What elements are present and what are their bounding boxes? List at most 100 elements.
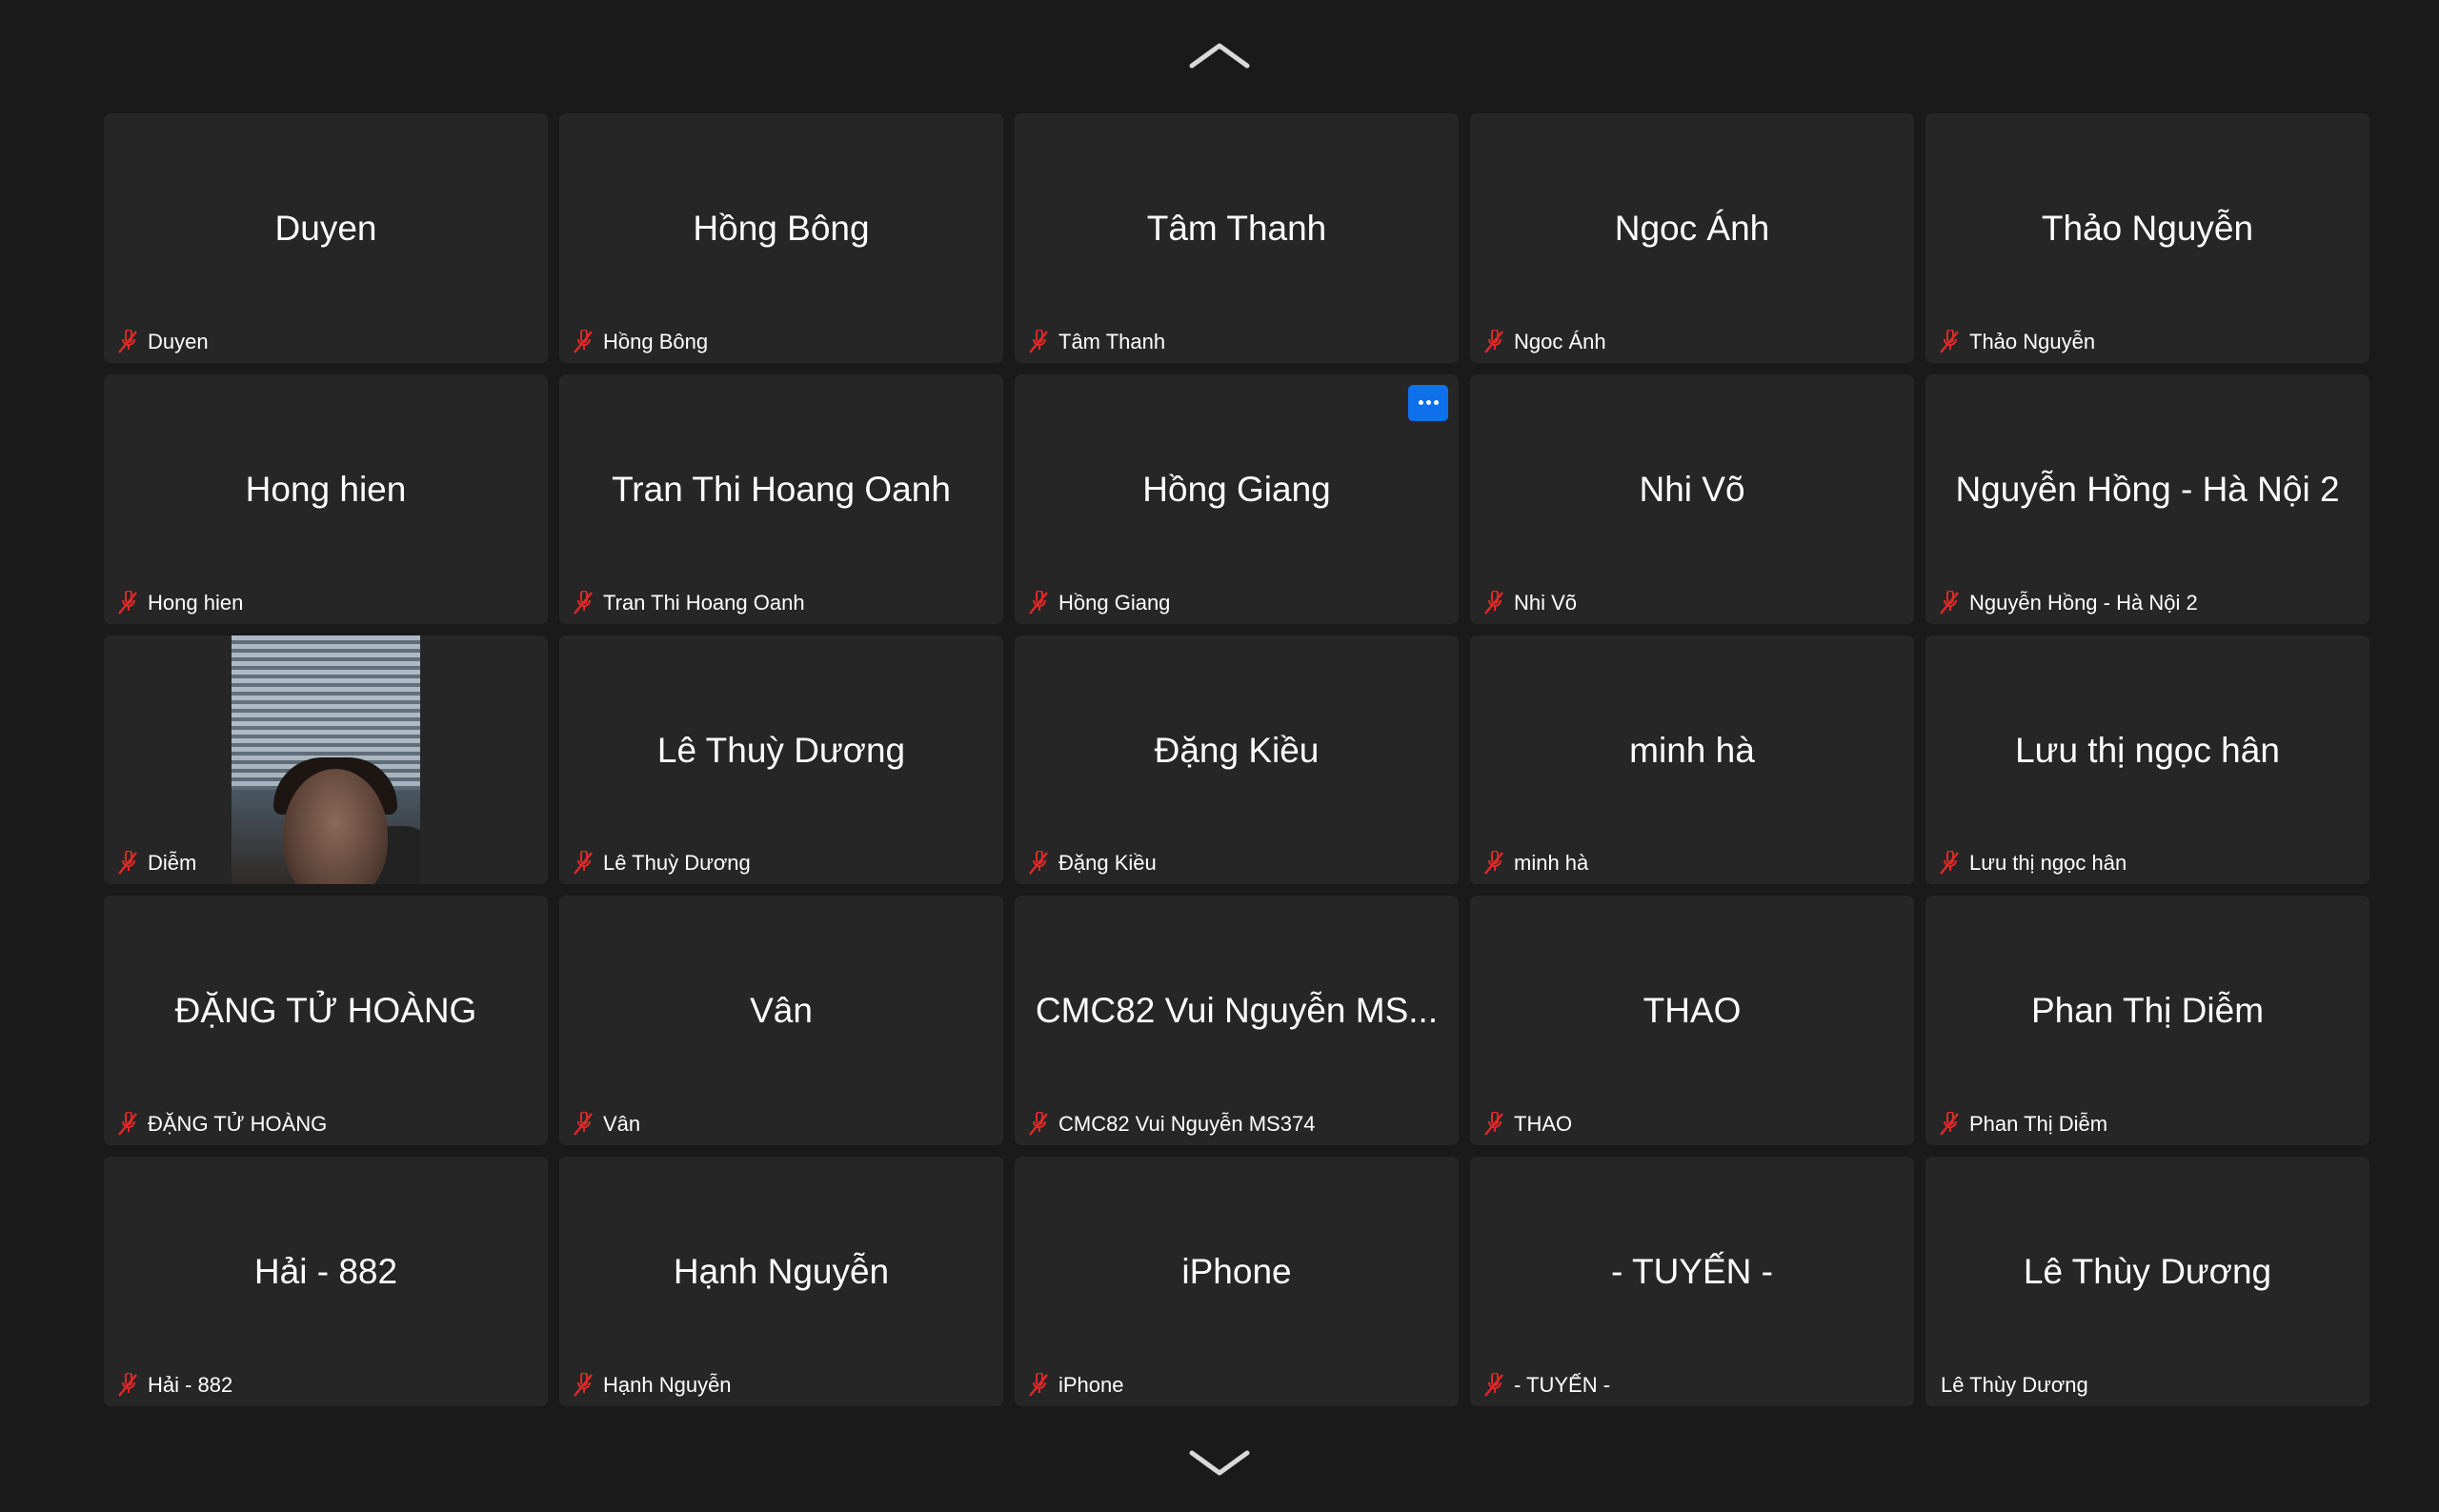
participant-name-label: Thảo Nguyễn [1969, 329, 2096, 353]
participant-tile[interactable]: Nguyễn Hồng - Hà Nội 2 Nguyễn Hồng - Hà N… [1925, 373, 2369, 624]
participant-grid: Duyen Duyen Hồng Bông Hồng Bông Tâm Thanh Tâm… [104, 113, 2369, 1406]
participant-name-label: Nhi Võ [1514, 590, 1578, 615]
mic-muted-icon [1937, 590, 1962, 616]
participant-display-name: THAO [1643, 991, 1742, 1031]
mic-muted-icon [1937, 329, 1962, 355]
participant-display-name: Vân [750, 991, 813, 1031]
participant-tile[interactable]: Hạnh Nguyễn Hạnh Nguyễn [559, 1157, 1003, 1406]
participant-display-name: Tran Thi Hoang Oanh [612, 469, 951, 509]
participant-display-name: Duyen [274, 209, 377, 248]
participant-display-name: Phan Thị Diễm [2030, 991, 2265, 1031]
gallery-view: Duyen Duyen Hồng Bông Hồng Bông Tâm Thanh Tâm… [0, 0, 2439, 1512]
mic-muted-icon [571, 1372, 595, 1399]
participant-tile[interactable]: Duyen Duyen [104, 113, 548, 363]
participant-tile[interactable]: Lưu thị ngọc hân Lưu thị ngọc hân [1925, 635, 2369, 885]
participant-footer: ĐẶNG TỬ HOÀNG [111, 1111, 333, 1138]
participant-display-name: Hồng Giang [1142, 469, 1331, 509]
mic-muted-icon [1482, 590, 1506, 616]
participant-display-name: iPhone [1181, 1252, 1292, 1292]
participant-tile[interactable]: Phan Thị Diễm Phan Thị Diễm [1925, 896, 2369, 1146]
participant-display-name: Hạnh Nguyễn [673, 1252, 890, 1292]
participant-name-label: Hong hien [148, 590, 244, 615]
ellipsis-icon [1418, 400, 1423, 406]
participant-footer: Tâm Thanh [1022, 329, 1171, 355]
chevron-down-icon [1189, 1450, 1250, 1476]
participant-tile[interactable]: Hồng Bông Hồng Bông [559, 113, 1003, 363]
participant-footer: Diễm [111, 850, 202, 877]
participant-display-name: Thảo Nguyễn [2041, 209, 2254, 248]
participant-tile[interactable]: Vân Vân [559, 896, 1003, 1146]
participant-tile[interactable]: Lê Thuỳ Dương Lê Thuỳ Dương [559, 635, 1003, 885]
participant-footer: Thảo Nguyễn [1933, 329, 2101, 355]
mic-muted-icon [1937, 1111, 1962, 1138]
participant-display-name: CMC82 Vui Nguyễn MS... [1035, 991, 1439, 1031]
participant-name-label: Hồng Bông [603, 329, 709, 353]
participant-name-label: minh hà [1514, 851, 1589, 876]
participant-name-label: Hạnh Nguyễn [603, 1372, 732, 1397]
participant-tile[interactable]: minh hà minh hà [1470, 635, 1914, 885]
participant-tile[interactable]: Tâm Thanh Tâm Thanh [1015, 113, 1459, 363]
participant-tile[interactable]: Đặng Kiều Đặng Kiều [1015, 635, 1459, 885]
participant-footer: Hong hien [111, 590, 249, 616]
participant-footer: Hồng Giang [1022, 590, 1176, 616]
mic-muted-icon [1026, 329, 1051, 355]
participant-tile[interactable]: Diễm [104, 635, 548, 885]
participant-name-label: Lê Thuỳ Dương [603, 851, 751, 876]
mic-muted-icon [1026, 1372, 1051, 1399]
participant-name-label: Phan Thị Diễm [1969, 1112, 2108, 1137]
participant-name-label: Lưu thị ngọc hân [1969, 851, 2127, 876]
mic-muted-icon [571, 590, 595, 616]
participant-footer: - TUYẾN - [1478, 1372, 1616, 1399]
participant-tile[interactable]: Lê Thùy Dương Lê Thùy Dương [1925, 1157, 2369, 1406]
participant-name-label: Đặng Kiều [1058, 851, 1157, 876]
participant-footer: minh hà [1478, 850, 1594, 877]
participant-name-label: Diễm [148, 851, 197, 876]
mic-muted-icon [1482, 850, 1506, 877]
participant-tile[interactable]: Hồng Giang Hồng Giang [1015, 373, 1459, 624]
mic-muted-icon [115, 850, 140, 877]
participant-tile[interactable]: Tran Thi Hoang Oanh Tran Thi Hoang Oanh [559, 373, 1003, 624]
participant-tile[interactable]: Ngoc Ánh Ngoc Ánh [1470, 113, 1914, 363]
participant-name-label: Hồng Giang [1058, 590, 1171, 615]
participant-display-name: Lưu thị ngọc hân [2015, 730, 2280, 770]
participant-tile[interactable]: ĐẶNG TỬ HOÀNG ĐẶNG TỬ HOÀNG [104, 896, 548, 1146]
participant-footer: Nhi Võ [1478, 590, 1582, 616]
participant-display-name: ĐẶNG TỬ HOÀNG [174, 991, 477, 1031]
participant-footer: Phan Thị Diễm [1933, 1111, 2113, 1138]
scroll-up-button[interactable] [1181, 36, 1258, 74]
mic-muted-icon [571, 329, 595, 355]
participant-video [232, 635, 420, 885]
participant-display-name: Nguyễn Hồng - Hà Nội 2 [1955, 469, 2340, 509]
participant-footer: Hải - 882 [111, 1372, 238, 1399]
participant-name-label: iPhone [1058, 1372, 1124, 1397]
participant-tile[interactable]: THAO THAO [1470, 896, 1914, 1146]
participant-display-name: Ngoc Ánh [1614, 209, 1770, 248]
participant-display-name: Hải - 882 [253, 1252, 398, 1292]
participant-tile[interactable]: Thảo Nguyễn Thảo Nguyễn [1925, 113, 2369, 363]
participant-name-label: Duyen [148, 329, 209, 353]
participant-display-name: Hong hien [245, 469, 407, 509]
mic-muted-icon [1482, 329, 1506, 355]
more-options-button[interactable] [1408, 384, 1448, 421]
participant-name-label: Nguyễn Hồng - Hà Nội 2 [1969, 590, 2198, 615]
participant-footer: CMC82 Vui Nguyễn MS374 [1022, 1111, 1320, 1138]
participant-footer: Hạnh Nguyễn [567, 1372, 737, 1399]
participant-tile[interactable]: Hải - 882 Hải - 882 [104, 1157, 548, 1406]
participant-display-name: Hồng Bông [693, 209, 870, 248]
mic-muted-icon [1026, 850, 1051, 877]
participant-tile[interactable]: Nhi Võ Nhi Võ [1470, 373, 1914, 624]
participant-tile[interactable]: - TUYẾN - - TUYẾN - [1470, 1157, 1914, 1406]
mic-muted-icon [1482, 1372, 1506, 1399]
mic-muted-icon [1026, 590, 1051, 616]
participant-tile[interactable]: iPhone iPhone [1015, 1157, 1459, 1406]
participant-name-label: ĐẶNG TỬ HOÀNG [148, 1112, 328, 1137]
mic-muted-icon [1482, 1111, 1506, 1138]
participant-tile[interactable]: CMC82 Vui Nguyễn MS... CMC82 Vui Nguyễn M… [1015, 896, 1459, 1146]
mic-muted-icon [571, 850, 595, 877]
participant-tile[interactable]: Hong hien Hong hien [104, 373, 548, 624]
scroll-down-button[interactable] [1181, 1444, 1258, 1482]
participant-name-label: CMC82 Vui Nguyễn MS374 [1058, 1112, 1316, 1137]
participant-footer: iPhone [1022, 1372, 1130, 1399]
participant-footer: Tran Thi Hoang Oanh [567, 590, 811, 616]
mic-muted-icon [115, 1372, 140, 1399]
